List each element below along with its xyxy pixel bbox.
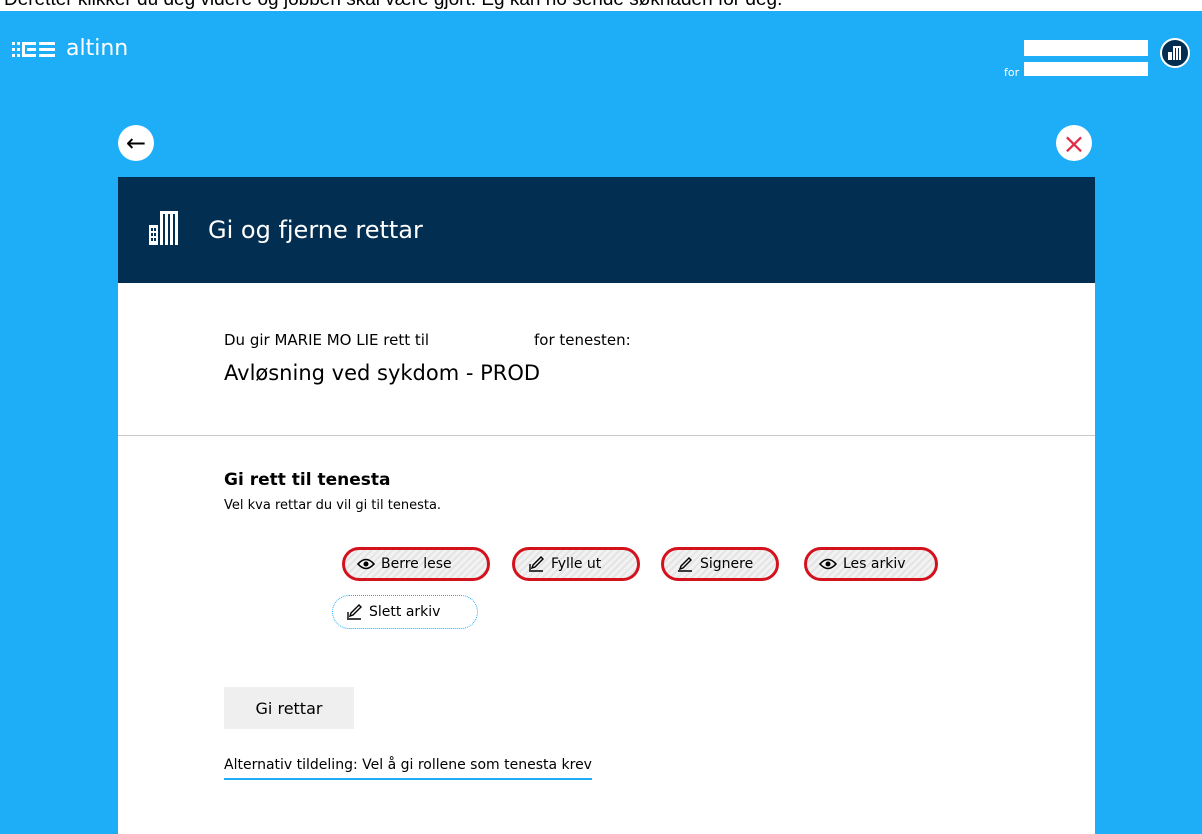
for-label: for (1004, 66, 1020, 79)
chip-label: Slett arkiv (369, 604, 441, 620)
chip-label: Signere (700, 556, 754, 572)
rights-title: Gi rett til tenesta (224, 470, 391, 490)
intro-prefix: Du gir MARIE MO LIE rett til (224, 331, 430, 349)
rights-section: Gi rett til tenesta Vel kva rettar du vi… (118, 436, 1095, 633)
service-name: Avløsning ved sykdom - PROD (224, 361, 541, 385)
edit-icon (345, 603, 363, 621)
right-chip-signere[interactable]: Signere (661, 547, 779, 581)
right-chip-fylle-ut[interactable]: Fylle ut (512, 547, 640, 581)
intro-section: Du gir MARIE MO LIE rett til for teneste… (118, 283, 1095, 436)
logo-text: altinn (66, 36, 129, 61)
profile-info: for (1004, 38, 1154, 84)
intro-suffix: for tenesten: (534, 331, 631, 349)
right-chip-berre-lese[interactable]: Berre lese (342, 547, 490, 581)
redacted-user-name (1024, 40, 1148, 56)
edit-icon (527, 555, 545, 573)
right-chip-slett-arkiv[interactable]: Slett arkiv (332, 595, 478, 629)
rights-subtitle: Vel kva rettar du vil gi til tenesta. (224, 498, 442, 513)
profile-menu[interactable]: for (1004, 38, 1190, 84)
rights-modal: Gi og fjerne rettar Du gir MARIE MO LIE … (118, 177, 1095, 834)
altinn-logo-icon (12, 38, 58, 60)
chip-label: Fylle ut (551, 556, 602, 572)
building-icon (148, 211, 180, 249)
modal-title: Gi og fjerne rettar (208, 216, 423, 244)
chip-label: Berre lese (381, 556, 452, 572)
intro-line: Du gir MARIE MO LIE rett til for teneste… (224, 331, 1095, 349)
close-button[interactable]: × (1056, 125, 1092, 161)
pen-icon (676, 555, 694, 573)
right-chip-les-arkiv[interactable]: Les arkiv (804, 547, 938, 581)
chip-label: Les arkiv (843, 556, 906, 572)
rights-options: Berre lese Fylle ut Signere Les arkiv Sl… (224, 523, 1095, 633)
arrow-left-icon: ← (125, 129, 147, 157)
altinn-logo[interactable]: altinn (12, 36, 128, 61)
screenshot-caption: Deretter klikker du deg videre og jobben… (0, 0, 1202, 11)
close-icon: × (1062, 126, 1086, 160)
eye-icon (819, 558, 837, 570)
organization-avatar-icon[interactable] (1160, 38, 1190, 68)
give-rights-button[interactable]: Gi rettar (224, 687, 354, 729)
redacted-organization (1024, 62, 1148, 76)
modal-header: Gi og fjerne rettar (118, 177, 1095, 283)
eye-icon (357, 558, 375, 570)
alternative-assignment-link[interactable]: Alternativ tildeling: Vel å gi rollene s… (224, 757, 592, 780)
back-button[interactable]: ← (118, 125, 154, 161)
